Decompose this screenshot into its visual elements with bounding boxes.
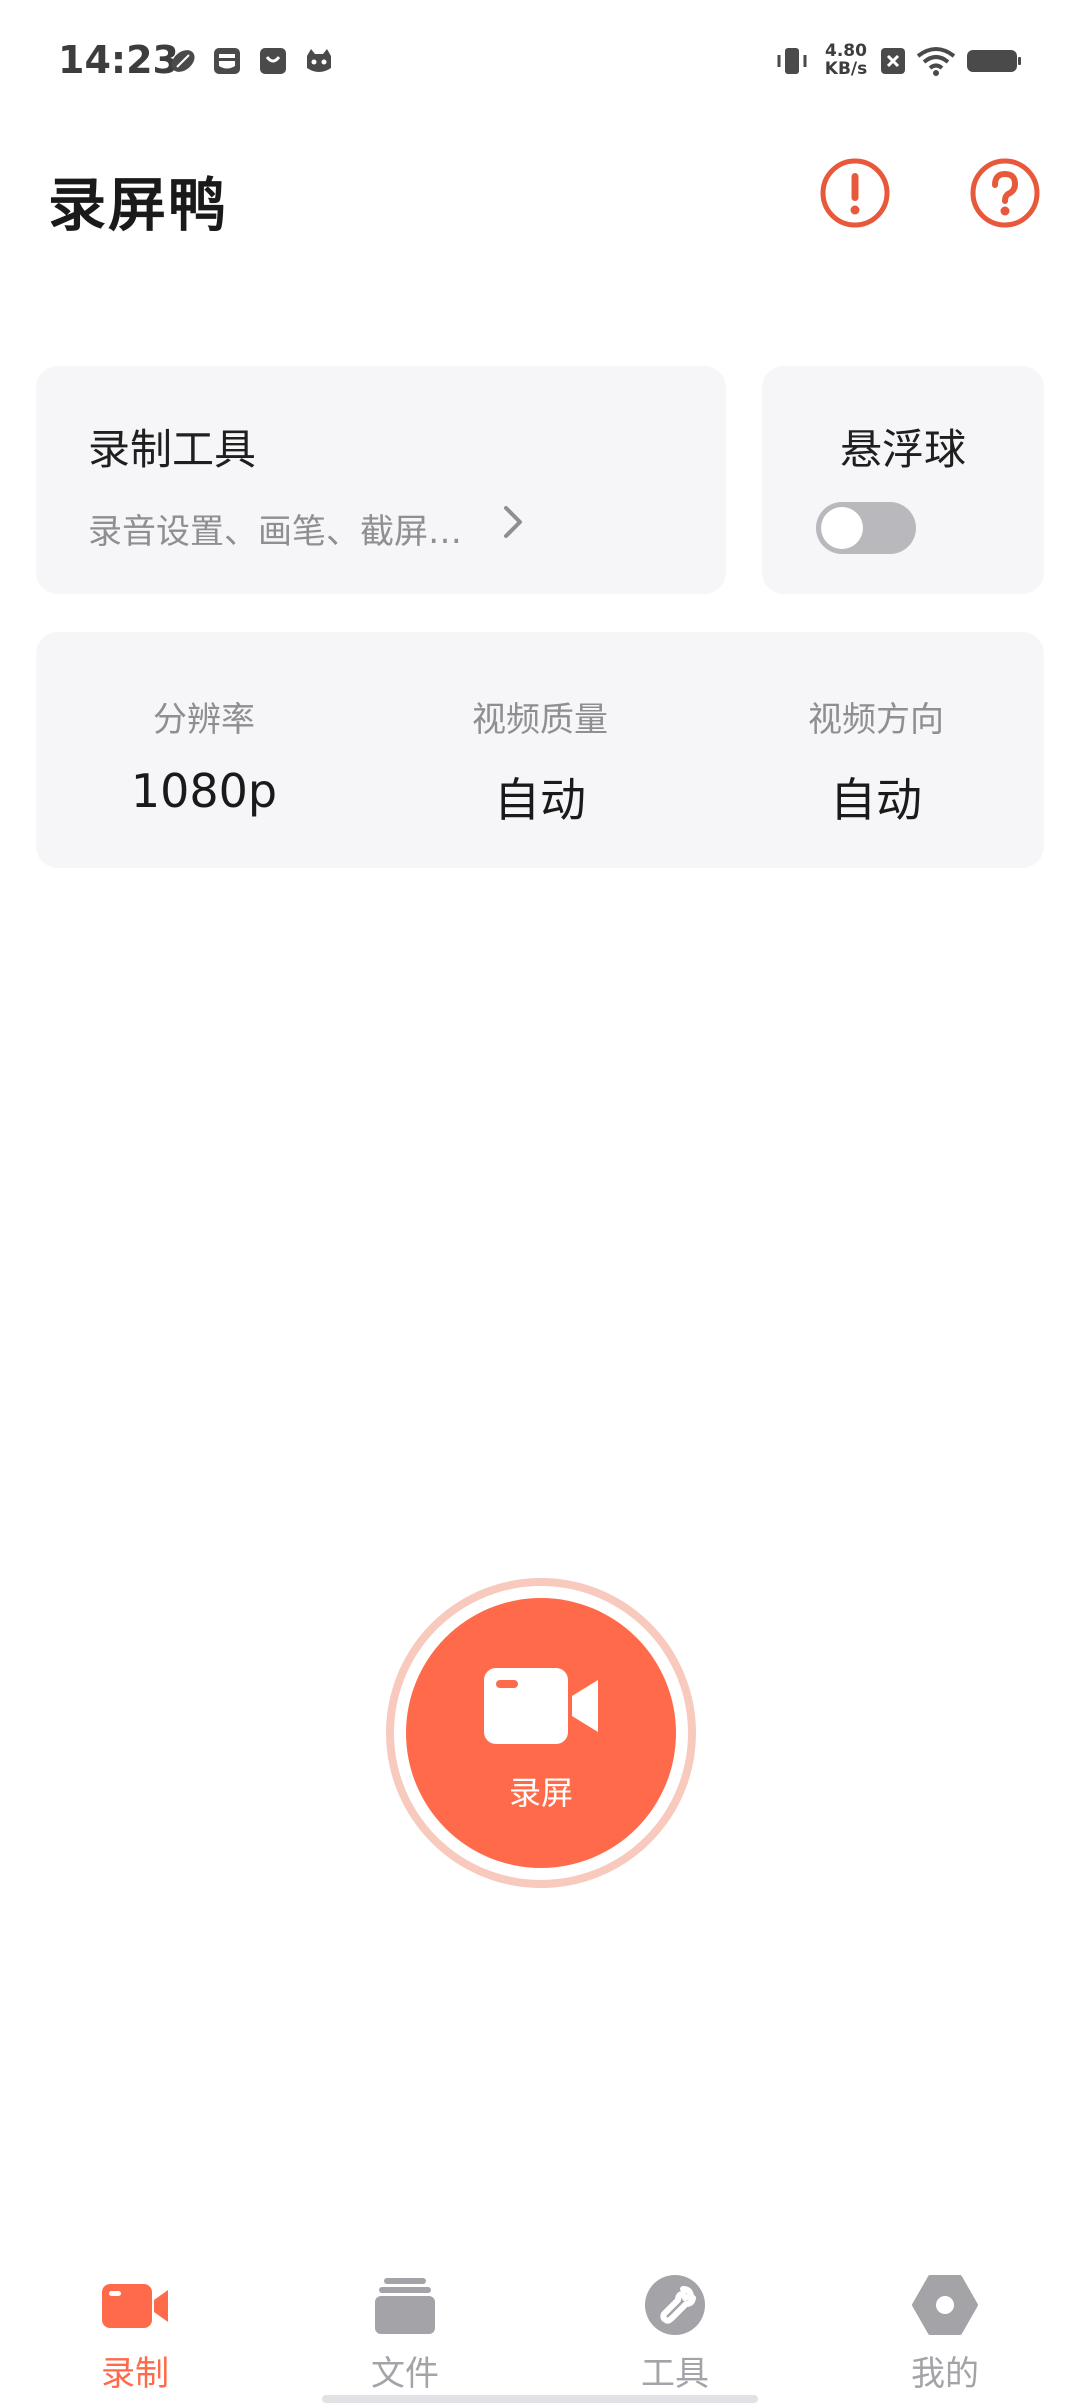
floating-ball-card: 悬浮球 bbox=[762, 366, 1044, 594]
setting-label: 视频质量 bbox=[472, 700, 608, 740]
status-bar: 14:23 4.80 KB/s bbox=[0, 0, 1080, 130]
network-speed: 4.80 KB/s bbox=[818, 42, 874, 78]
setting-value: 1080p bbox=[130, 764, 278, 818]
setting-video-orientation[interactable]: 视频方向 自动 bbox=[708, 632, 1044, 868]
video-settings-card: 分辨率 1080p 视频质量 自动 视频方向 自动 bbox=[36, 632, 1044, 868]
floating-ball-toggle[interactable] bbox=[816, 502, 916, 554]
setting-label: 视频方向 bbox=[808, 700, 944, 740]
recording-tools-title: 录制工具 bbox=[88, 425, 257, 474]
video-camera-icon bbox=[102, 2284, 168, 2328]
inbox-icon bbox=[214, 48, 240, 74]
files-stack-icon bbox=[375, 2278, 435, 2334]
setting-value: 自动 bbox=[494, 773, 586, 827]
vibrate-icon bbox=[777, 48, 807, 74]
nav-item-tools[interactable]: 工具 bbox=[540, 2250, 810, 2408]
hexagon-profile-icon bbox=[912, 2275, 978, 2335]
app-title: 录屏鸭 bbox=[48, 171, 229, 239]
nav-item-record[interactable]: 录制 bbox=[0, 2250, 270, 2408]
nav-item-profile[interactable]: 我的 bbox=[810, 2250, 1080, 2408]
nav-label: 录制 bbox=[101, 2354, 169, 2394]
cat-face-icon bbox=[307, 49, 331, 72]
help-icon[interactable] bbox=[968, 156, 1042, 230]
setting-value: 自动 bbox=[830, 773, 922, 827]
network-speed-unit: KB/s bbox=[824, 59, 868, 79]
recording-tools-subtitle: 录音设置、画笔、截屏… bbox=[88, 512, 462, 552]
setting-resolution[interactable]: 分辨率 1080p bbox=[36, 632, 372, 868]
nav-label: 工具 bbox=[641, 2354, 709, 2394]
network-speed-value: 4.80 bbox=[825, 41, 867, 61]
nav-item-files[interactable]: 文件 bbox=[270, 2250, 540, 2408]
wrench-icon bbox=[645, 2275, 705, 2335]
video-camera-icon bbox=[484, 1668, 598, 1744]
battery-icon bbox=[967, 50, 1021, 72]
recording-tools-card[interactable]: 录制工具 录音设置、画笔、截屏… bbox=[36, 366, 726, 594]
record-button[interactable]: 录屏 bbox=[406, 1598, 676, 1868]
rugby-ball-icon bbox=[171, 50, 195, 72]
info-icon[interactable] bbox=[818, 156, 892, 230]
sim-off-icon bbox=[881, 48, 905, 74]
shopping-bag-icon bbox=[260, 48, 286, 74]
toggle-knob bbox=[821, 507, 863, 549]
screen: 14:23 4.80 KB/s 录屏鸭 录制工具 录音设置、画笔、截屏… 悬浮球… bbox=[0, 0, 1080, 2408]
setting-video-quality[interactable]: 视频质量 自动 bbox=[372, 632, 708, 868]
record-button-label: 录屏 bbox=[508, 1774, 573, 1812]
floating-ball-title: 悬浮球 bbox=[839, 425, 966, 474]
setting-label: 分辨率 bbox=[153, 700, 255, 740]
wifi-icon bbox=[916, 47, 956, 76]
home-indicator[interactable] bbox=[322, 2395, 758, 2403]
nav-label: 文件 bbox=[371, 2354, 439, 2394]
bottom-nav: 录制 文件 工具 我的 bbox=[0, 2250, 1080, 2408]
chevron-right-icon bbox=[504, 506, 522, 538]
status-time: 14:23 bbox=[58, 38, 179, 82]
nav-label: 我的 bbox=[911, 2354, 979, 2394]
